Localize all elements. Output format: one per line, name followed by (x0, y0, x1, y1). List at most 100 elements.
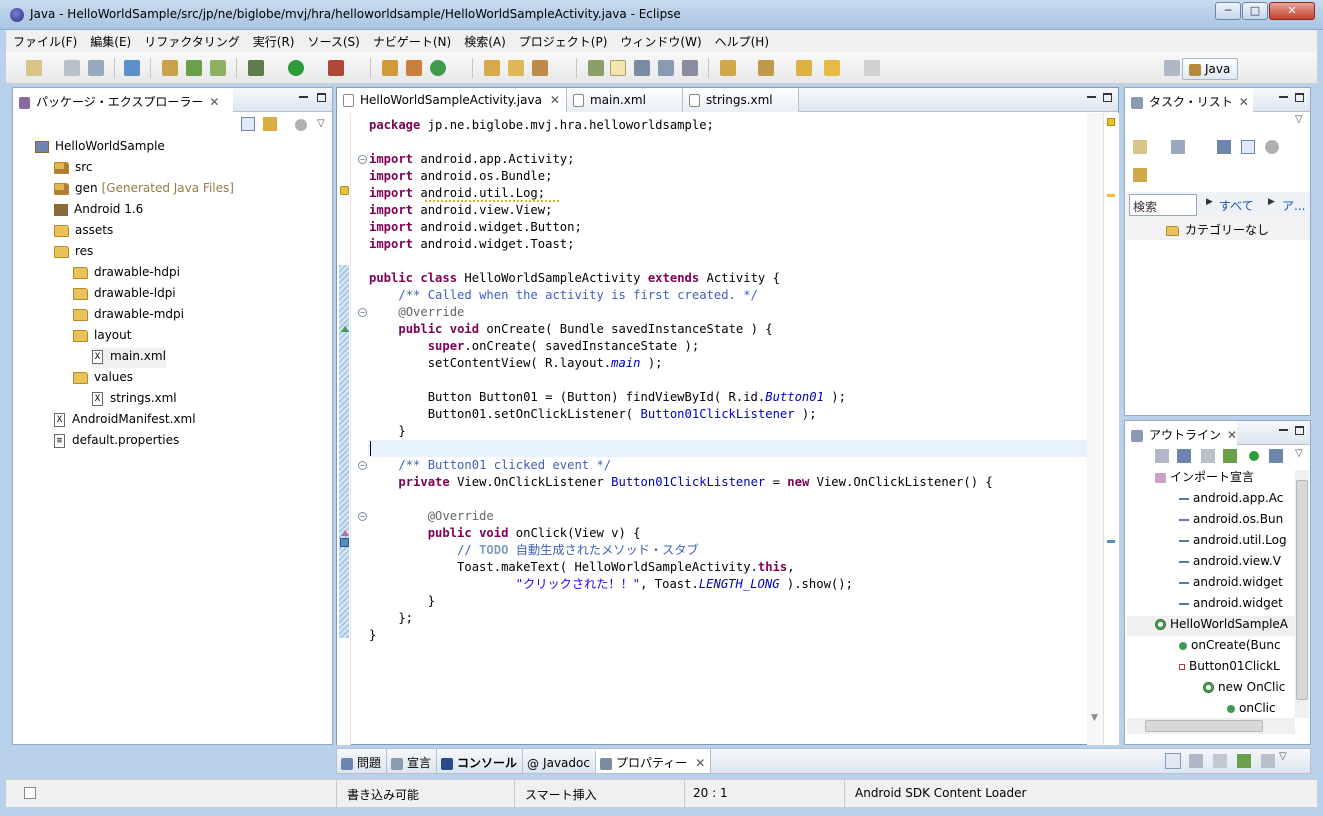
menu-help[interactable]: ヘルプ(H) (708, 30, 775, 50)
maximize-button[interactable]: □ (1242, 2, 1268, 20)
code-line[interactable]: private View.OnClickListener Button01Cli… (369, 474, 992, 491)
outline-item[interactable]: android.widget (1179, 595, 1295, 615)
new-task-icon[interactable] (1133, 140, 1147, 154)
menu-file[interactable]: ファイル(F) (6, 30, 83, 50)
tree-item[interactable]: gen [Generated Java Files] (54, 180, 234, 200)
minimize-icon[interactable] (299, 93, 308, 102)
fold-toggle-icon[interactable]: − (358, 155, 367, 164)
tree-item[interactable]: Xmain.xml (92, 348, 166, 368)
focus-icon[interactable] (1217, 140, 1231, 154)
outline-item[interactable]: HelloWorldSampleA (1127, 616, 1295, 636)
filter-icon[interactable] (295, 119, 307, 131)
search-icon[interactable] (532, 60, 548, 76)
editor-vertical-scrollbar[interactable]: ▼ (1087, 113, 1103, 745)
code-line[interactable]: /** Button01 clicked event */ (369, 457, 611, 474)
tab-properties[interactable]: プロパティー ✕ (595, 749, 712, 773)
outline-item[interactable]: android.app.Ac (1179, 490, 1295, 510)
view-menu-chevron-down-icon[interactable]: ▽ (1295, 448, 1303, 459)
tree-item[interactable]: res (54, 243, 93, 263)
code-line[interactable]: Button Button01 = (Button) findViewById(… (369, 389, 846, 406)
maximize-icon[interactable] (1103, 93, 1112, 102)
restore-defaults-icon[interactable] (1213, 754, 1227, 768)
fold-toggle-icon[interactable]: − (358, 308, 367, 317)
code-line[interactable]: package jp.ne.biglobe.mvj.hra.helloworld… (369, 117, 714, 134)
code-line[interactable]: /** Called when the activity is first cr… (369, 287, 758, 304)
code-line[interactable]: public void onClick(View v) { (369, 525, 641, 542)
tab-hello-world-sample-activity-java[interactable]: HelloWorldSampleActivity.java ✕ (337, 88, 567, 112)
tree-item[interactable]: values (73, 369, 133, 389)
scroll-thumb[interactable] (1145, 720, 1263, 732)
java-perspective-button[interactable]: Java (1182, 58, 1238, 80)
view-menu-chevron-down-icon[interactable]: ▽ (317, 118, 325, 129)
outline-item[interactable]: インポート宣言 (1155, 469, 1295, 489)
overview-ruler[interactable] (1103, 113, 1119, 745)
view-menu-chevron-down-icon[interactable]: ▽ (1295, 114, 1303, 125)
tree-item[interactable]: Android 1.6 (54, 201, 143, 221)
close-tab-icon[interactable]: ✕ (695, 756, 705, 770)
tree-item[interactable]: ≡ default.properties (54, 432, 179, 452)
tree-item[interactable]: drawable-ldpi (73, 285, 176, 305)
code-line[interactable]: public class HelloWorldSampleActivity ex… (369, 270, 780, 287)
outline-item[interactable]: android.util.Log (1179, 532, 1295, 552)
run-icon[interactable] (288, 60, 304, 76)
new-view-icon[interactable] (1237, 754, 1251, 768)
outline-item[interactable]: onClic (1227, 700, 1295, 720)
highlight-icon[interactable] (610, 60, 626, 76)
hide-static-icon[interactable] (1223, 449, 1237, 463)
task-overview-mark[interactable] (1107, 540, 1115, 543)
next-annotation-icon[interactable] (720, 60, 736, 76)
code-line[interactable]: // TODO 自動生成されたメソッド・スタブ (369, 542, 699, 559)
new-class-icon[interactable] (406, 60, 422, 76)
menu-project[interactable]: プロジェクト(P) (512, 30, 614, 50)
code-line[interactable]: import android.widget.Toast; (369, 236, 574, 253)
code-line[interactable]: @Override (369, 508, 494, 525)
code-editor[interactable]: package jp.ne.biglobe.mvj.hra.helloworld… (337, 113, 1087, 745)
outline-item[interactable]: onCreate(Bunc (1179, 637, 1295, 657)
code-line[interactable]: }; (369, 610, 413, 627)
external-tools-icon[interactable] (328, 60, 344, 76)
outline-horizontal-scrollbar[interactable] (1127, 718, 1295, 734)
tree-item[interactable]: layout (73, 327, 131, 347)
tab-problems[interactable]: 問題 (337, 749, 388, 773)
tab-console[interactable]: コンソール (437, 749, 524, 773)
maximize-icon[interactable] (1295, 93, 1304, 102)
tree-item[interactable]: Xstrings.xml (92, 390, 177, 410)
code-line[interactable]: } (369, 593, 435, 610)
code-line[interactable]: "クリックされた！！", Toast.LENGTH_LONG ).show(); (369, 576, 853, 593)
minimize-button[interactable]: ─ (1215, 2, 1241, 20)
new-android-xml-icon[interactable] (210, 60, 226, 76)
scroll-thumb[interactable] (1296, 480, 1308, 700)
collapse-all-icon[interactable] (1155, 449, 1169, 463)
minimize-icon[interactable] (1279, 93, 1288, 102)
collapse-all-icon[interactable] (241, 117, 255, 131)
collapse-all-icon[interactable] (1241, 140, 1255, 154)
menu-run[interactable]: 実行(R) (246, 30, 301, 50)
tab-task-list[interactable]: タスク・リスト ✕ (1125, 88, 1253, 112)
connect-icon[interactable] (1133, 168, 1147, 182)
filter-all-link[interactable]: すべて (1219, 197, 1254, 214)
tab-main-xml[interactable]: main.xml (567, 88, 683, 112)
minimize-icon[interactable] (1087, 93, 1096, 102)
outline-item[interactable]: android.widget (1179, 574, 1295, 594)
tab-package-explorer[interactable]: パッケージ・エクスプローラー ✕ (13, 88, 233, 112)
code-line[interactable]: public void onCreate( Bundle savedInstan… (369, 321, 772, 338)
new-icon[interactable] (26, 60, 42, 76)
fast-view-icon[interactable] (24, 787, 36, 799)
sort-icon[interactable] (1177, 449, 1191, 463)
pilcrow-icon[interactable] (682, 60, 698, 76)
warning-summary-icon[interactable] (1107, 118, 1115, 126)
hide-non-public-icon[interactable] (1249, 451, 1259, 461)
previous-annotation-icon[interactable] (758, 60, 774, 76)
menu-refactor[interactable]: リファクタリング (137, 30, 246, 50)
scroll-down-icon[interactable]: ▼ (1091, 713, 1098, 723)
minimize-icon[interactable] (1279, 426, 1288, 435)
filter-more-link[interactable]: ア... (1282, 197, 1305, 214)
tab-outline[interactable]: アウトライン ✕ (1125, 421, 1237, 445)
menu-navigate[interactable]: ナビゲート(N) (366, 30, 457, 50)
tree-item[interactable]: X AndroidManifest.xml (54, 411, 196, 431)
code-line[interactable]: import android.app.Activity; (369, 151, 574, 168)
close-tab-icon[interactable]: ✕ (1227, 428, 1237, 442)
category-row[interactable]: カテゴリーなし (1126, 218, 1310, 240)
hide-fields-icon[interactable] (1201, 449, 1215, 463)
new-interface-icon[interactable] (430, 60, 446, 76)
